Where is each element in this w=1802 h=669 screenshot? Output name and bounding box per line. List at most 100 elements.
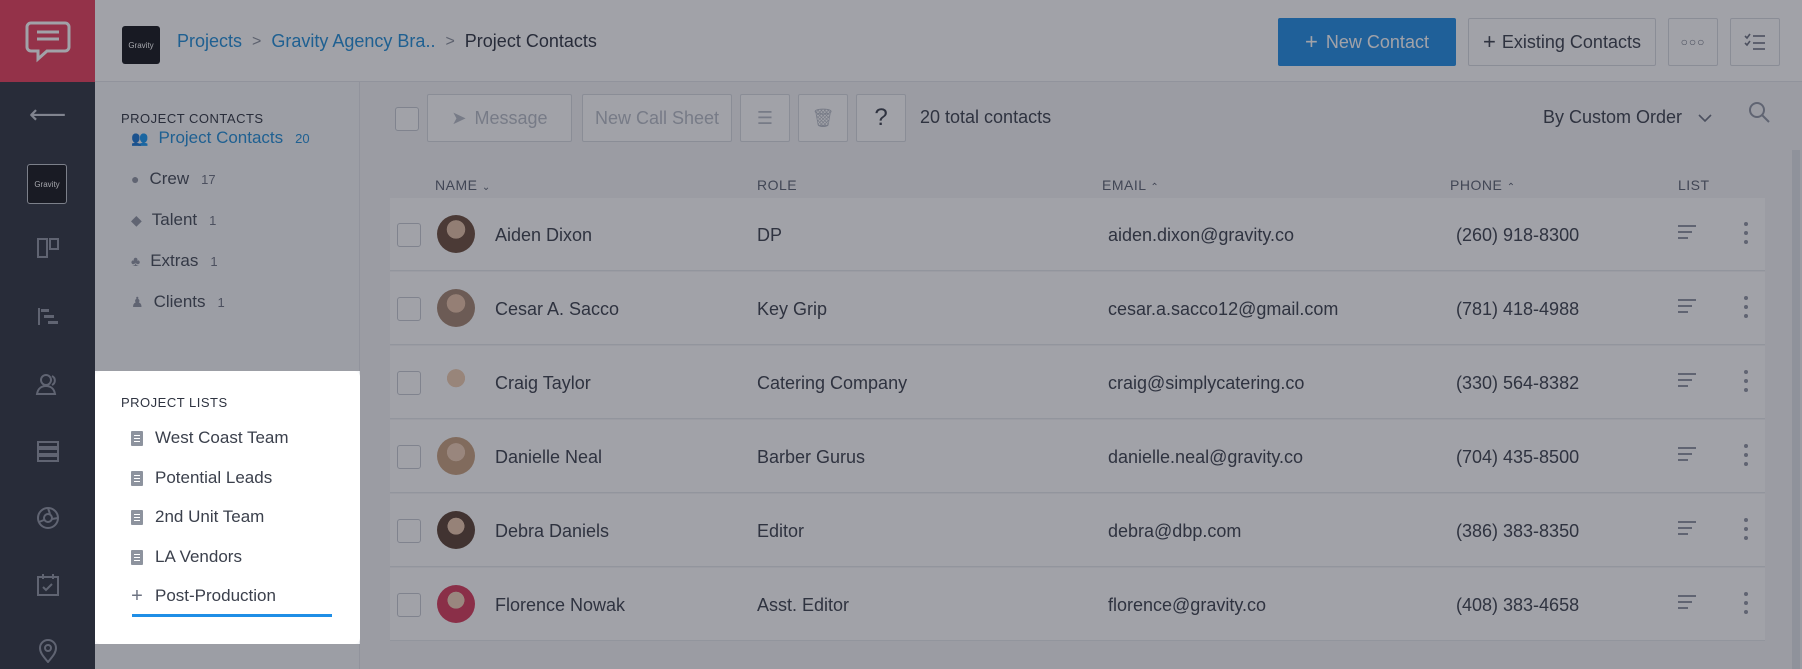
kebab-menu-icon[interactable] [1744,296,1748,318]
table-row[interactable]: Aiden Dixon DP aiden.dixon@gravity.co (2… [390,198,1765,271]
contacts-table: NAME ⌄ ROLE EMAIL ⌃ PHONE ⌃ LIST Aiden D… [390,162,1765,641]
column-header-email[interactable]: EMAIL ⌃ [1102,177,1159,193]
subnav-item-clients[interactable]: ♟ Clients 1 [131,288,225,316]
chevron-up-icon: ⌃ [1150,182,1160,193]
contact-name[interactable]: Debra Daniels [495,521,609,542]
checklist-button[interactable] [1730,18,1780,66]
contact-phone[interactable]: (330) 564-8382 [1456,373,1579,394]
chevron-right-icon: > [252,32,262,50]
add-to-list-icon[interactable] [1678,299,1696,315]
subnav-item-project-contacts[interactable]: 👥 Project Contacts 20 [131,124,310,152]
row-checkbox[interactable] [397,223,421,247]
avatar [437,585,475,623]
project-lists-title: PROJECT LISTS [121,395,228,410]
table-row[interactable]: Danielle Neal Barber Gurus danielle.neal… [390,420,1765,493]
contact-name[interactable]: Craig Taylor [495,373,591,394]
column-header-name[interactable]: NAME ⌄ [435,177,491,193]
list-item[interactable]: LA Vendors [131,544,242,570]
more-options-button[interactable]: ○○○ [1668,18,1718,66]
search-icon[interactable] [1748,101,1770,129]
breadcrumb-projects[interactable]: Projects [177,31,242,52]
row-checkbox[interactable] [397,445,421,469]
kebab-menu-icon[interactable] [1744,592,1748,614]
contact-email[interactable]: danielle.neal@gravity.co [1108,447,1303,468]
new-list-input[interactable]: + Post-Production [131,583,276,609]
location-pin-icon[interactable] [0,631,95,669]
column-header-list: LIST [1678,177,1710,193]
avatar [437,363,475,401]
list-icon[interactable] [0,431,95,471]
kebab-menu-icon[interactable] [1744,222,1748,244]
breadcrumb-project[interactable]: Gravity Agency Bra.. [271,31,435,52]
document-icon [131,549,143,565]
kebab-menu-icon[interactable] [1744,444,1748,466]
add-to-list-icon[interactable] [1678,447,1696,463]
add-to-list-icon[interactable] [1678,373,1696,389]
add-to-list-icon[interactable] [1678,595,1696,611]
list-item[interactable]: 2nd Unit Team [131,504,264,530]
row-checkbox[interactable] [397,371,421,395]
existing-contacts-button[interactable]: + Existing Contacts [1468,18,1656,66]
project-thumbnail[interactable]: Gravity [27,164,67,204]
chat-bubble-logo-icon[interactable] [0,0,95,82]
add-to-list-icon[interactable] [1678,225,1696,241]
subnav-item-crew[interactable]: ● Crew 17 [131,165,216,193]
avatar [437,437,475,475]
table-row[interactable]: Craig Taylor Catering Company craig@simp… [390,346,1765,419]
plus-icon: + [1483,29,1496,54]
aperture-icon[interactable] [0,498,95,538]
table-row[interactable]: Debra Daniels Editor debra@dbp.com (386)… [390,494,1765,567]
contacts-icon[interactable] [0,364,95,404]
new-call-sheet-button[interactable]: New Call Sheet [582,94,732,142]
checklist-icon [1744,33,1765,50]
contact-phone[interactable]: (408) 383-4658 [1456,595,1579,616]
contact-email[interactable]: florence@gravity.co [1108,595,1266,616]
contact-name[interactable]: Danielle Neal [495,447,602,468]
client-icon: ♟ [131,293,144,310]
kebab-menu-icon[interactable] [1744,370,1748,392]
contact-phone[interactable]: (386) 383-8350 [1456,521,1579,542]
contact-role: DP [757,225,783,245]
contact-name[interactable]: Cesar A. Sacco [495,299,619,320]
contact-email[interactable]: debra@dbp.com [1108,521,1241,542]
message-button[interactable]: ➤ Message [427,94,572,142]
contact-email[interactable]: craig@simplycatering.co [1108,373,1304,394]
contact-phone[interactable]: (704) 435-8500 [1456,447,1579,468]
column-header-phone[interactable]: PHONE ⌃ [1450,177,1516,193]
list-item[interactable]: West Coast Team [131,425,289,451]
scrollbar[interactable] [1792,150,1800,669]
contacts-main: ➤ Message New Call Sheet ☰ 🗑 ? 20 total … [360,82,1802,669]
add-to-list-button[interactable]: ☰ [740,94,790,142]
calendar-check-icon[interactable] [0,565,95,605]
select-all-checkbox[interactable] [395,107,419,131]
subnav-item-talent[interactable]: ◆ Talent 1 [131,206,216,234]
table-row[interactable]: Cesar A. Sacco Key Grip cesar.a.sacco12@… [390,272,1765,345]
contact-email[interactable]: aiden.dixon@gravity.co [1108,225,1294,246]
back-arrow-icon[interactable]: ⟵ [0,94,95,134]
timeline-icon[interactable] [0,296,95,336]
sort-dropdown[interactable]: By Custom Order [1543,107,1712,128]
contact-phone[interactable]: (260) 918-8300 [1456,225,1579,246]
table-header: NAME ⌄ ROLE EMAIL ⌃ PHONE ⌃ LIST [390,162,1765,198]
kebab-menu-icon[interactable] [1744,518,1748,540]
list-item[interactable]: Potential Leads [131,465,272,491]
table-row[interactable]: Florence Nowak Asst. Editor florence@gra… [390,568,1765,641]
contact-phone[interactable]: (781) 418-4988 [1456,299,1579,320]
subnav-item-extras[interactable]: ♣ Extras 1 [131,247,218,275]
list-add-icon: ☰ [756,107,774,128]
help-button[interactable]: ? [856,94,906,142]
row-checkbox[interactable] [397,593,421,617]
column-header-role[interactable]: ROLE [757,177,797,193]
contact-name[interactable]: Florence Nowak [495,595,625,616]
delete-button[interactable]: 🗑 [798,94,848,142]
add-to-list-icon[interactable] [1678,521,1696,537]
contact-email[interactable]: cesar.a.sacco12@gmail.com [1108,299,1338,320]
plus-icon: + [131,584,143,607]
row-checkbox[interactable] [397,519,421,543]
row-checkbox[interactable] [397,297,421,321]
board-icon[interactable] [0,228,95,268]
new-contact-button[interactable]: + New Contact [1278,18,1456,66]
contact-name[interactable]: Aiden Dixon [495,225,592,246]
chevron-up-icon: ⌃ [1506,182,1516,193]
chevron-right-icon: > [445,32,455,50]
